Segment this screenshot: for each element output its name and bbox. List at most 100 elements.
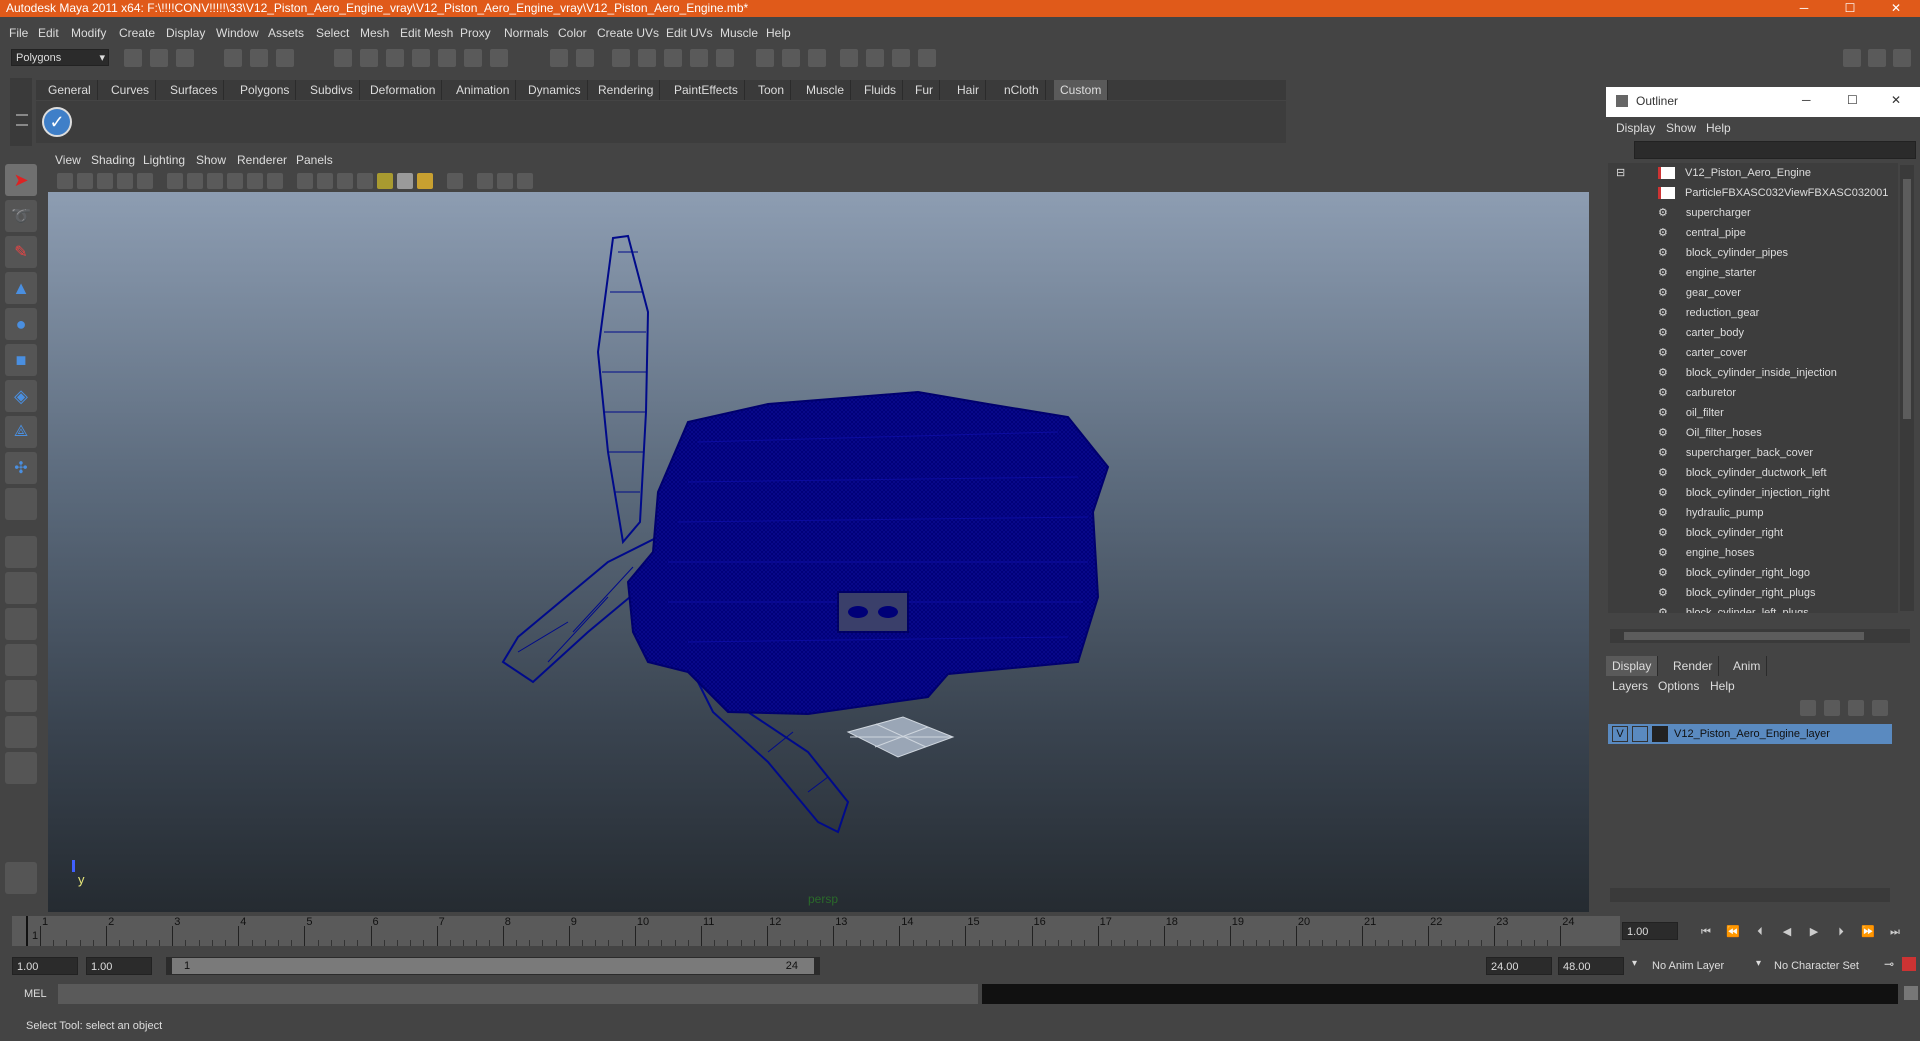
select-object-icon[interactable] (250, 49, 268, 67)
outliner-filter-input[interactable] (1634, 141, 1916, 159)
tab-surfaces[interactable]: Surfaces (164, 80, 225, 100)
menu-set-dropdown[interactable]: Polygons ▾ (11, 49, 109, 66)
current-time-marker[interactable] (26, 916, 28, 946)
list-item[interactable]: ⚙ block_cylinder_right_plugs (1658, 583, 1816, 603)
menu-normals[interactable]: Normals (504, 26, 549, 40)
step-forward-key-icon[interactable]: ⏩ (1860, 924, 1876, 940)
tab-anim-layers[interactable]: Anim (1727, 656, 1768, 676)
select-tool-icon[interactable]: ➤ (5, 164, 37, 196)
lasso-tool-icon[interactable]: ➰ (5, 200, 37, 232)
list-item[interactable]: ⚙ block_cylinder_right_logo (1658, 563, 1810, 583)
layout-hypershade-icon[interactable] (5, 680, 37, 712)
all-lights-icon[interactable] (397, 173, 413, 189)
command-language-label[interactable]: MEL (24, 988, 47, 1000)
refresh-icon[interactable] (716, 49, 734, 67)
tab-animation[interactable]: Animation (450, 80, 517, 100)
outliner-menu-display[interactable]: Display (1616, 121, 1655, 135)
render-current-icon[interactable] (576, 49, 594, 67)
shadows-icon[interactable] (417, 173, 433, 189)
time-slider-track[interactable]: 1 2 3 4 5 6 7 8 9 10 11 12 13 14 15 16 17 18 19 20 21 22 23 24 1 (12, 916, 1620, 946)
new-layer-icon[interactable] (1848, 700, 1864, 716)
snap-grid-icon[interactable] (334, 49, 352, 67)
viewport-menu-panels[interactable]: Panels (296, 153, 333, 167)
viewport-menu-view[interactable]: View (55, 153, 81, 167)
key-icon[interactable]: ⊸ (1884, 957, 1898, 971)
move-layer-down-icon[interactable] (1824, 700, 1840, 716)
list-item[interactable]: ⚙ block_cylinder_ductwork_left (1658, 463, 1827, 483)
default-light-icon[interactable] (377, 173, 393, 189)
layout-persp-outliner-icon[interactable] (5, 608, 37, 640)
menu-select[interactable]: Select (316, 26, 349, 40)
tab-deformation[interactable]: Deformation (364, 80, 443, 100)
sidebar-toggle-icon[interactable] (782, 49, 800, 67)
ipr-render-icon[interactable] (612, 49, 630, 67)
list-item[interactable]: ⚙ central_pipe (1658, 223, 1746, 243)
tab-display-layers[interactable]: Display (1606, 656, 1659, 676)
camera-attributes-icon[interactable] (77, 173, 93, 189)
wireframe-icon[interactable] (297, 173, 313, 189)
range-slider[interactable]: 1 24 (166, 957, 820, 975)
layout-texture-icon[interactable] (5, 716, 37, 748)
step-back-frame-icon[interactable]: ⏴ (1752, 924, 1768, 940)
list-item[interactable]: ⚙ hydraulic_pump (1658, 503, 1764, 523)
help-icon[interactable] (490, 49, 508, 67)
list-item[interactable]: ⚙ carburetor (1658, 383, 1736, 403)
render-settings-icon[interactable] (638, 49, 656, 67)
tab-hair[interactable]: Hair (951, 80, 987, 100)
perspective-viewport[interactable]: persp y (48, 192, 1589, 912)
menu-proxy[interactable]: Proxy (460, 26, 491, 40)
bookmark-icon[interactable] (97, 173, 113, 189)
list-item[interactable]: ParticleFBXASC032ViewFBXASC032001 (1658, 183, 1888, 203)
tab-custom[interactable]: Custom (1054, 80, 1109, 100)
script-editor-icon[interactable] (5, 862, 37, 894)
layout-persp-icon[interactable] (5, 536, 37, 568)
go-to-start-icon[interactable]: ⏮ (1698, 924, 1714, 940)
time-slider[interactable]: 1 2 3 4 5 6 7 8 9 10 11 12 13 14 15 16 17 18 19 20 21 22 23 24 1… (0, 916, 1920, 952)
outliner-collapse-toggle[interactable]: ⊟ (1616, 163, 1625, 183)
image-plane-icon[interactable] (117, 173, 133, 189)
tab-fluids[interactable]: Fluids (858, 80, 904, 100)
ssao-icon[interactable] (517, 173, 533, 189)
playback-start-field[interactable]: 1.00 (86, 957, 152, 975)
layout-four-icon[interactable] (1868, 49, 1886, 67)
list-item[interactable]: ⚙ gear_cover (1658, 283, 1741, 303)
rotate-tool-icon[interactable]: ● (5, 308, 37, 340)
tab-muscle[interactable]: Muscle (800, 80, 852, 100)
menu-create-uvs[interactable]: Create UVs (597, 26, 659, 40)
start-time-field[interactable]: 1.00 (12, 957, 78, 975)
menu-display[interactable]: Display (166, 26, 205, 40)
play-backwards-icon[interactable]: ◀ (1779, 924, 1795, 940)
outliner-vscroll-thumb[interactable] (1903, 179, 1911, 419)
play-forwards-icon[interactable]: ▶ (1806, 924, 1822, 940)
outliner-menu-help[interactable]: Help (1706, 121, 1731, 135)
tab-subdivs[interactable]: Subdivs (304, 80, 360, 100)
isolate-select-icon[interactable] (447, 173, 463, 189)
open-scene-icon[interactable] (150, 49, 168, 67)
list-item[interactable]: V12_Piston_Aero_Engine (1658, 163, 1811, 183)
menu-help[interactable]: Help (766, 26, 791, 40)
layer-display-type-toggle[interactable] (1632, 726, 1648, 742)
list-item[interactable]: ⚙ block_cylinder_inside_injection (1658, 363, 1837, 383)
layout-four-view-icon[interactable] (5, 572, 37, 604)
layout-outliner-icon[interactable] (1893, 49, 1911, 67)
layer-visibility-toggle[interactable]: V (1612, 726, 1628, 742)
textured-icon[interactable] (357, 173, 373, 189)
shade-wire-icon[interactable] (337, 173, 353, 189)
layout-icon[interactable] (918, 49, 936, 67)
layout-persp-graph-icon[interactable] (5, 644, 37, 676)
engine-wireframe-model[interactable] (48, 192, 1589, 912)
anim-layer-dropdown[interactable]: No Anim Layer (1648, 957, 1752, 975)
resolution-gate-icon[interactable] (187, 173, 203, 189)
menu-mesh[interactable]: Mesh (360, 26, 389, 40)
tab-painteffects[interactable]: PaintEffects (668, 80, 745, 100)
render-view-icon[interactable] (690, 49, 708, 67)
camera-select-icon[interactable] (57, 173, 73, 189)
step-back-key-icon[interactable]: ⏪ (1725, 924, 1741, 940)
layer-row[interactable]: V V12_Piston_Aero_Engine_layer (1608, 724, 1892, 744)
character-set-dropdown[interactable]: No Character Set (1770, 957, 1882, 975)
attribute-editor-icon[interactable] (808, 49, 826, 67)
hypershade-icon[interactable] (664, 49, 682, 67)
new-scene-icon[interactable] (124, 49, 142, 67)
tab-polygons[interactable]: Polygons (234, 80, 297, 100)
menu-muscle[interactable]: Muscle (720, 26, 758, 40)
